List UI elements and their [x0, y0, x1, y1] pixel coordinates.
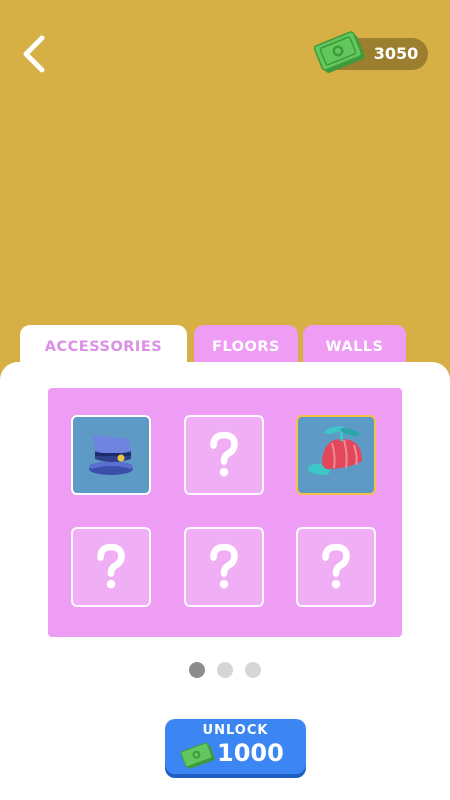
question-mark-icon	[210, 543, 238, 589]
pagination-dots	[0, 662, 450, 678]
question-mark-icon	[322, 543, 350, 589]
currency-amount: 3050	[373, 44, 419, 63]
tab-accessories[interactable]: ACCESSORIES	[20, 325, 187, 375]
item-grid	[48, 388, 402, 637]
page-dot-active[interactable]	[189, 662, 205, 678]
question-mark-icon	[97, 543, 125, 589]
police-cap-icon	[89, 435, 133, 475]
back-button[interactable]	[18, 34, 52, 74]
chevron-left-icon	[23, 35, 45, 73]
page-dot[interactable]	[217, 662, 233, 678]
cash-icon	[313, 28, 368, 78]
propeller-cap-icon	[308, 426, 362, 475]
unlock-button[interactable]: UNLOCK 1000	[165, 719, 306, 774]
question-mark-icon	[210, 431, 238, 477]
page-dot[interactable]	[245, 662, 261, 678]
item-slot-locked[interactable]	[184, 527, 264, 607]
shop-screen: 3050 ACCESSORIES FLOORS WALLS UNLOCK 100…	[0, 0, 450, 800]
unlock-label: UNLOCK	[202, 723, 269, 738]
item-slot-propeller-cap[interactable]	[296, 415, 376, 495]
unlock-price: 1000	[217, 739, 284, 767]
item-slot-locked[interactable]	[184, 415, 264, 495]
item-slot-police-cap[interactable]	[71, 415, 151, 495]
item-slot-locked[interactable]	[296, 527, 376, 607]
item-slot-locked[interactable]	[71, 527, 151, 607]
cash-icon	[181, 742, 215, 769]
